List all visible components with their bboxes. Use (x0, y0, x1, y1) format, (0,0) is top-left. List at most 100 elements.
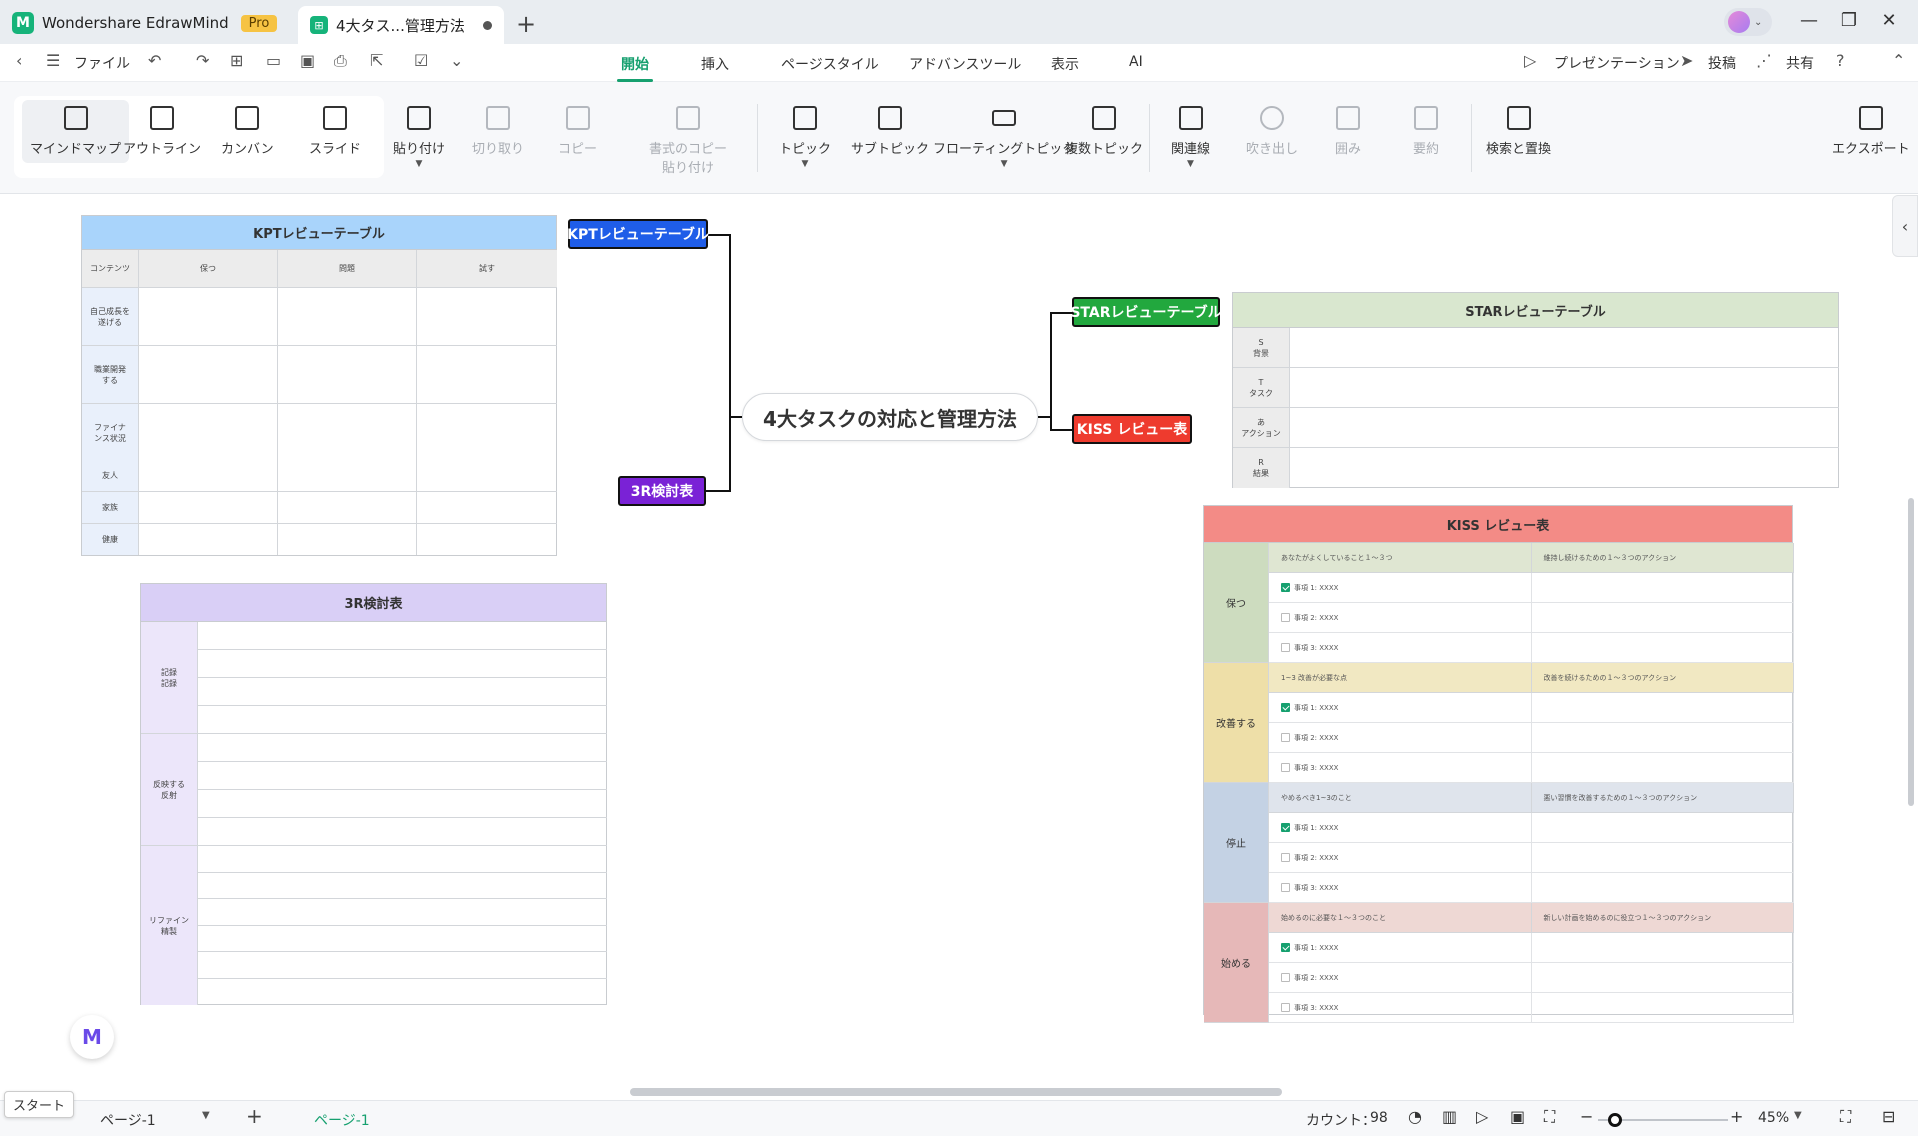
callout-button[interactable]: 吹き出し (1246, 106, 1298, 157)
3r-cell[interactable] (198, 622, 607, 650)
play-icon[interactable]: ▷ (1476, 1107, 1488, 1126)
central-topic[interactable]: 4大タスクの対応と管理方法 (742, 393, 1038, 441)
kiss-checklist-item[interactable]: 事項 1: XXXX (1269, 933, 1532, 963)
user-menu[interactable]: ⌄ (1724, 8, 1772, 36)
kpt-cell[interactable] (278, 524, 417, 555)
tab-home[interactable]: 開始 (617, 54, 653, 82)
fit-width-icon[interactable]: ⛶ (1544, 1107, 1555, 1127)
file-menu[interactable]: ファイル (74, 53, 130, 73)
checkbox-icon[interactable] (1281, 583, 1290, 592)
kiss-action-cell[interactable] (1531, 873, 1794, 903)
back-icon[interactable]: ‹ (16, 51, 22, 70)
new-file-icon[interactable]: ⊞ (230, 51, 243, 70)
3r-cell[interactable] (198, 979, 607, 1005)
multiple-topics-button[interactable]: 複数トピック (1065, 106, 1143, 157)
kiss-checklist-item[interactable]: 事項 1: XXXX (1269, 813, 1532, 843)
page-select-chevron-icon[interactable]: ▼ (202, 1110, 210, 1121)
send-icon[interactable]: ➤ (1680, 51, 1693, 70)
kpt-cell[interactable] (278, 460, 417, 492)
cut-button[interactable]: 切り取り (472, 106, 524, 157)
kiss-checklist-item[interactable]: 事項 3: XXXX (1269, 993, 1532, 1023)
book-icon[interactable]: ▥ (1442, 1107, 1457, 1126)
page-select[interactable]: ページ-1 (100, 1110, 156, 1130)
collapse-ribbon-icon[interactable]: ⌃ (1892, 51, 1905, 70)
presentation-icon[interactable]: ▷ (1524, 51, 1536, 70)
star-topic[interactable]: STARレビューテーブル (1070, 297, 1222, 327)
kpt-cell[interactable] (139, 288, 278, 346)
outline-view-button[interactable]: アウトライン (123, 106, 201, 157)
star-review-table[interactable]: STARレビューテーブル S 背景 T タスク あ アクション R 結果 (1232, 292, 1839, 488)
kiss-checklist-item[interactable]: 事項 1: XXXX (1269, 573, 1532, 603)
tab-ai[interactable]: AI (1129, 54, 1143, 70)
star-cell[interactable] (1290, 368, 1839, 408)
kiss-action-cell[interactable] (1531, 723, 1794, 753)
panel-icon[interactable]: ⊟ (1882, 1107, 1895, 1126)
zoom-chevron-icon[interactable]: ▼ (1794, 1110, 1802, 1121)
checkbox-icon[interactable] (1281, 853, 1290, 862)
3r-topic[interactable]: 3R検討表 (618, 476, 706, 506)
kpt-cell[interactable] (278, 346, 417, 404)
kiss-checklist-item[interactable]: 事項 2: XXXX (1269, 843, 1532, 873)
minimize-button[interactable]: — (1794, 10, 1824, 31)
more-chevron-icon[interactable]: ⌄ (450, 51, 463, 70)
3r-cell[interactable] (198, 762, 607, 790)
new-tab-button[interactable]: + (516, 10, 536, 38)
zoom-slider-handle[interactable] (1608, 1113, 1622, 1127)
ai-assistant-icon[interactable]: M (70, 1015, 114, 1059)
subtopic-button[interactable]: サブトピック (851, 106, 929, 157)
topic-dropdown-icon[interactable]: ▼ (802, 159, 809, 169)
restore-button[interactable]: ❐ (1834, 10, 1864, 31)
post-button[interactable]: 投稿 (1708, 53, 1736, 73)
checkbox-icon[interactable] (1281, 943, 1290, 952)
unsaved-dot-icon[interactable] (483, 20, 492, 30)
right-panel-toggle-icon[interactable]: ‹ (1892, 195, 1918, 257)
kiss-checklist-item[interactable]: 事項 3: XXXX (1269, 873, 1532, 903)
mindmap-canvas[interactable]: 4大タスクの対応と管理方法 KPTレビューテーブル 3R検討表 STARレビュー… (0, 195, 1918, 1100)
save-icon[interactable]: ▣ (300, 51, 315, 70)
3r-cell[interactable] (198, 873, 607, 899)
kiss-action-cell[interactable] (1531, 933, 1794, 963)
checkbox-icon[interactable] (1281, 883, 1290, 892)
find-replace-button[interactable]: 検索と置換 (1486, 106, 1551, 157)
relationship-dropdown-icon[interactable]: ▼ (1187, 159, 1194, 169)
export-button[interactable]: エクスポート (1832, 106, 1910, 157)
3r-cell[interactable] (198, 899, 607, 926)
page-tab[interactable]: ページ-1 (314, 1110, 370, 1130)
3r-cell[interactable] (198, 650, 607, 678)
checkbox-icon[interactable] (1281, 973, 1290, 982)
kiss-checklist-item[interactable]: 事項 2: XXXX (1269, 723, 1532, 753)
export-share-icon[interactable]: ⇱ (370, 51, 383, 70)
kpt-review-table[interactable]: KPTレビューテーブル コンテンツ 保つ 問題 試す 自己成長を遂げる 職業開発… (81, 215, 557, 500)
kpt-cell[interactable] (417, 492, 557, 524)
kpt-cell[interactable] (417, 460, 557, 492)
kiss-action-cell[interactable] (1531, 633, 1794, 663)
3r-cell[interactable] (198, 952, 607, 979)
relationship-button[interactable]: 関連線 ▼ (1171, 106, 1210, 169)
presentation-button[interactable]: プレゼンテーション (1554, 53, 1680, 73)
kiss-action-cell[interactable] (1531, 813, 1794, 843)
kanban-view-button[interactable]: カンバン (221, 106, 274, 157)
checkbox-icon[interactable] (1281, 733, 1290, 742)
tab-view[interactable]: 表示 (1051, 54, 1079, 74)
kiss-checklist-item[interactable]: 事項 2: XXXX (1269, 603, 1532, 633)
3r-cell[interactable] (198, 734, 607, 762)
star-cell[interactable] (1290, 408, 1839, 448)
tab-insert[interactable]: 挿入 (701, 54, 729, 74)
tab-page-style[interactable]: ページスタイル (781, 54, 879, 74)
checkbox-icon[interactable] (1281, 823, 1290, 832)
zoom-level[interactable]: 45% (1758, 1110, 1789, 1126)
paste-dropdown-icon[interactable]: ▼ (416, 159, 423, 169)
kpt-cell[interactable] (278, 404, 417, 462)
3r-cell[interactable] (198, 790, 607, 818)
kiss-checklist-item[interactable]: 事項 3: XXXX (1269, 633, 1532, 663)
fit-page-icon[interactable]: ▣ (1510, 1107, 1525, 1126)
share-button[interactable]: 共有 (1786, 53, 1814, 73)
paste-button[interactable]: 貼り付け ▼ (393, 106, 445, 169)
3r-cell[interactable] (198, 706, 607, 734)
checkbox-icon[interactable] (1281, 703, 1290, 712)
format-painter-button[interactable]: 書式のコピー 貼り付け (649, 106, 727, 176)
zoom-in-icon[interactable]: + (1730, 1107, 1743, 1126)
kpt-cell[interactable] (139, 346, 278, 404)
kpt-topic[interactable]: KPTレビューテーブル (567, 219, 709, 249)
kpt-cell[interactable] (417, 524, 557, 555)
